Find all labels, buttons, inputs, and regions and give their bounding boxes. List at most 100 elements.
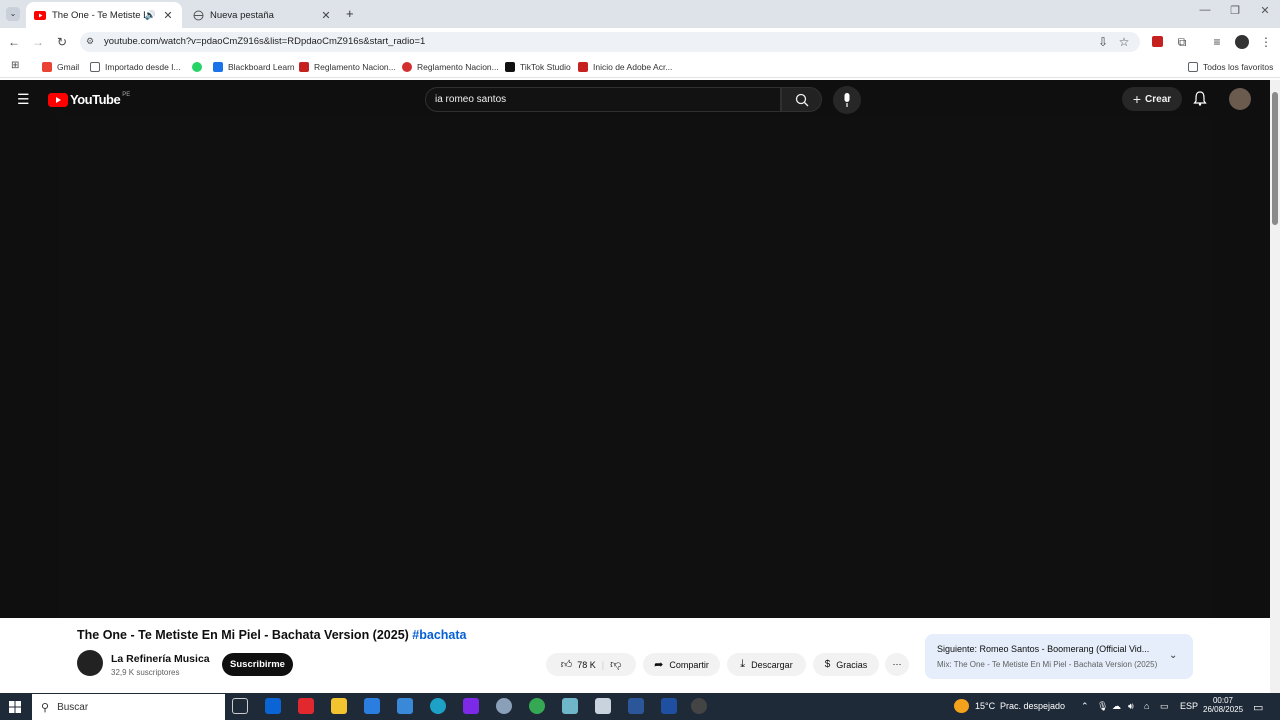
apps-grid-icon[interactable]: ⊞ <box>11 60 19 71</box>
search-input[interactable]: ia romeo santos <box>425 87 781 112</box>
share-label: Compartir <box>669 659 709 670</box>
taskbar-search[interactable]: ⚲ Buscar <box>32 694 225 720</box>
back-icon[interactable]: ← <box>6 34 22 50</box>
scrollbar-thumb[interactable] <box>1272 92 1278 225</box>
adobe-extension-icon[interactable] <box>1152 36 1163 47</box>
audio-playing-icon[interactable]: 🔊 <box>145 10 156 21</box>
weather-icon[interactable] <box>954 699 969 713</box>
up-next-label: Siguiente: Romeo Santos - Boomerang (Off… <box>937 644 1149 654</box>
youtube-favicon-icon <box>34 9 46 21</box>
tab-new[interactable]: Nueva pestaña ✕ <box>184 2 340 28</box>
file-explorer-icon[interactable] <box>331 698 347 714</box>
channel-avatar[interactable] <box>77 650 103 676</box>
bookmark-label: Blackboard Learn <box>228 62 295 72</box>
user-avatar[interactable] <box>1229 88 1251 110</box>
profile-avatar[interactable] <box>1235 35 1249 49</box>
blackboard-icon <box>213 62 223 72</box>
wps-office-icon[interactable] <box>298 698 314 714</box>
create-label: Crear <box>1145 93 1172 105</box>
dislike-button[interactable]: 👎︎ <box>610 658 621 671</box>
like-button[interactable]: 👍︎ 78 K <box>561 658 596 671</box>
download-icon: ⤓ <box>740 658 746 670</box>
bookmark-imported[interactable]: Importado desde I... <box>90 61 181 73</box>
bookmark-reglamento-2[interactable]: Reglamento Nacion... <box>402 61 499 73</box>
bookmark-reglamento-1[interactable]: Reglamento Nacion... <box>299 61 396 73</box>
clock-date: 26/08/2025 <box>1203 705 1244 714</box>
calculator-icon[interactable] <box>397 698 413 714</box>
next-prefix: Siguiente: <box>937 644 978 654</box>
url-text[interactable]: youtube.com/watch?v=pdaoCmZ916s&list=RDp… <box>104 36 425 47</box>
chrome-icon[interactable] <box>529 698 545 714</box>
peru-flag-icon <box>402 62 412 72</box>
notifications-bell-icon[interactable] <box>1193 91 1209 107</box>
reload-icon[interactable]: ↻ <box>54 34 70 50</box>
bookmark-star-icon[interactable]: ☆ <box>1116 34 1132 50</box>
plus-icon: + <box>1132 91 1142 107</box>
bookmark-label: Todos los favoritos <box>1203 62 1274 72</box>
site-info-icon[interactable]: ⚙ <box>86 36 94 47</box>
close-window-button[interactable]: ✕ <box>1250 4 1280 17</box>
microphone-icon[interactable]: 🎙︎ <box>1097 701 1108 712</box>
volume-icon[interactable]: 🔊︎ <box>1128 701 1134 712</box>
hashtag-link[interactable]: #bachata <box>412 628 466 642</box>
share-button[interactable]: ➦ Compartir <box>643 653 720 676</box>
microphone-icon <box>844 93 850 107</box>
up-next-card[interactable] <box>925 634 1193 679</box>
bookmark-adobe[interactable]: Inicio de Adobe Acr... <box>578 61 672 73</box>
new-tab-button[interactable]: + <box>346 6 354 21</box>
search-button[interactable] <box>781 87 822 112</box>
chrome-active-icon[interactable] <box>691 698 707 714</box>
bookmark-whatsapp[interactable] <box>192 61 207 73</box>
extensions-icon[interactable]: ⧉ <box>1174 34 1190 50</box>
bookmark-gmail[interactable]: Gmail <box>42 61 79 73</box>
app-icon[interactable] <box>496 698 512 714</box>
install-app-icon[interactable]: ⇩ <box>1095 34 1111 50</box>
canva-icon[interactable] <box>463 698 479 714</box>
weather-desc[interactable]: Prac. despejado <box>1000 701 1065 711</box>
tab-youtube[interactable]: The One - Te Metiste En Mi Piel 🔊 ✕ <box>26 2 182 28</box>
bookmark-blackboard[interactable]: Blackboard Learn <box>213 61 295 73</box>
reading-list-icon[interactable]: ≡ <box>1209 34 1225 50</box>
search-query-text: ia romeo santos <box>435 94 507 105</box>
all-bookmarks[interactable]: Todos los favoritos <box>1188 61 1273 73</box>
edge-icon[interactable] <box>430 698 446 714</box>
download-button[interactable]: ⤓ Descargar <box>727 653 806 676</box>
folder-icon <box>90 62 100 72</box>
notifications-icon[interactable]: ▭ <box>1253 701 1263 714</box>
word-icon[interactable] <box>628 698 644 714</box>
subscribe-button[interactable]: Suscribirme <box>222 653 293 676</box>
create-button[interactable]: + Crear <box>1122 87 1182 111</box>
maximize-button[interactable]: ❐ <box>1220 4 1250 17</box>
notepad-icon[interactable] <box>595 698 611 714</box>
windows-start-icon[interactable] <box>9 700 21 713</box>
close-tab-icon[interactable]: ✕ <box>318 9 334 22</box>
thanks-button[interactable]: $ Gracias <box>813 653 879 676</box>
hamburger-menu-icon[interactable]: ☰ <box>17 91 30 108</box>
channel-name[interactable]: La Refinería Musica <box>111 653 210 665</box>
store-icon[interactable] <box>364 698 380 714</box>
chevron-down-icon[interactable]: ⌄ <box>1169 650 1177 661</box>
language-indicator[interactable]: ESP <box>1180 701 1198 711</box>
country-code: PE <box>122 91 131 98</box>
forward-icon[interactable]: → <box>30 34 46 50</box>
clock[interactable]: 00:07 26/08/2025 <box>1203 696 1243 714</box>
outlook-icon[interactable] <box>265 698 281 714</box>
menu-icon[interactable]: ⋮ <box>1258 34 1274 50</box>
more-actions-button[interactable]: ⋯ <box>885 653 909 676</box>
app-icon[interactable] <box>562 698 578 714</box>
voice-search-button[interactable] <box>833 86 861 114</box>
app-icon[interactable] <box>661 698 677 714</box>
task-view-icon[interactable] <box>232 698 248 714</box>
network-icon[interactable]: ⌂ <box>1144 701 1149 711</box>
minimize-button[interactable]: — <box>1190 4 1220 16</box>
display-icon[interactable]: ▭ <box>1160 701 1169 712</box>
tab-search-button[interactable]: ⌄ <box>6 7 20 21</box>
video-frame[interactable] <box>58 118 1212 618</box>
cloud-icon[interactable]: ☁ <box>1112 701 1121 712</box>
youtube-logo[interactable]: YouTube PE <box>48 92 130 107</box>
bookmark-tiktok[interactable]: TikTok Studio <box>505 61 571 73</box>
weather-temp[interactable]: 15°C <box>975 701 995 711</box>
bookmark-label: Gmail <box>57 62 80 72</box>
tray-chevron-icon[interactable]: ⌃ <box>1081 701 1089 712</box>
close-tab-icon[interactable]: ✕ <box>160 9 176 22</box>
